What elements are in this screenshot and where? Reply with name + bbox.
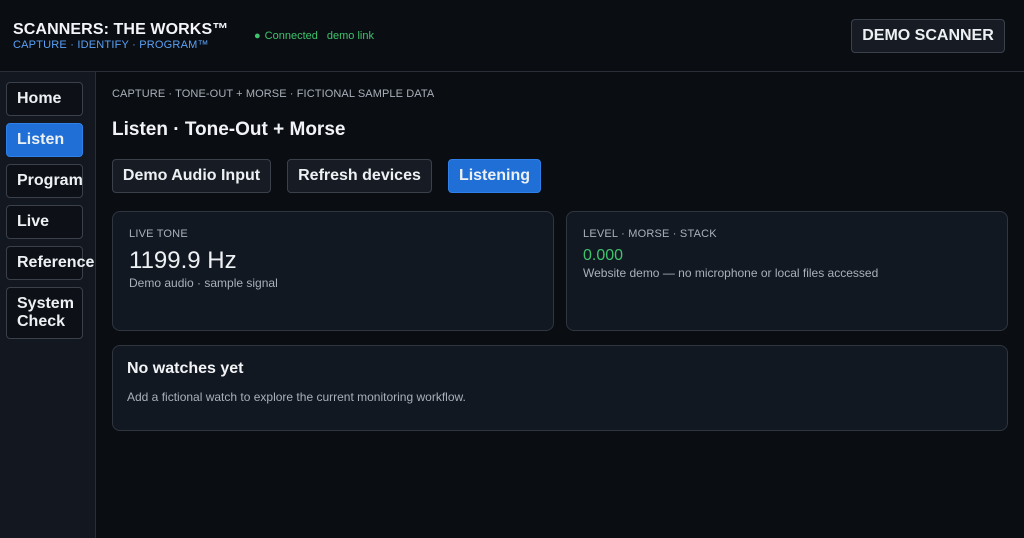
watches-title: No watches yet bbox=[127, 360, 244, 377]
status-dot-icon: ● bbox=[254, 30, 261, 42]
watches-card: No watches yet Add a fictional watch to … bbox=[112, 345, 1008, 431]
live-tone-value: 1199.9 Hz bbox=[129, 247, 237, 274]
sidebar-item-system-check[interactable]: System Check bbox=[6, 287, 83, 339]
sidebar-item-live[interactable]: Live bbox=[6, 205, 83, 239]
sidebar-item-listen[interactable]: Listen bbox=[6, 123, 83, 157]
demo-link[interactable]: demo link bbox=[327, 30, 374, 42]
top-bar: SCANNERS: THE WORKS™ CAPTURE · IDENTIFY … bbox=[0, 0, 1024, 72]
refresh-devices-button[interactable]: Refresh devices bbox=[287, 159, 432, 193]
listening-toggle-button[interactable]: Listening bbox=[448, 159, 541, 193]
sidebar-item-program[interactable]: Program bbox=[6, 164, 83, 198]
app-title: SCANNERS: THE WORKS™ bbox=[13, 21, 229, 38]
live-tone-label: LIVE TONE bbox=[129, 228, 188, 240]
sidebar-item-home[interactable]: Home bbox=[6, 82, 83, 116]
live-tone-card: LIVE TONE 1199.9 Hz Demo audio · sample … bbox=[112, 211, 554, 331]
audio-input-button[interactable]: Demo Audio Input bbox=[112, 159, 271, 193]
app-subtitle: CAPTURE · IDENTIFY · PROGRAM™ bbox=[13, 39, 209, 51]
level-description: Website demo — no microphone or local fi… bbox=[583, 266, 879, 280]
live-tone-description: Demo audio · sample signal bbox=[129, 276, 278, 290]
watches-description: Add a fictional watch to explore the cur… bbox=[127, 390, 466, 404]
level-morse-card: LEVEL · MORSE · STACK 0.000 Website demo… bbox=[566, 211, 1008, 331]
breadcrumb: CAPTURE · TONE-OUT + MORSE · FICTIONAL S… bbox=[112, 88, 435, 100]
sidebar: Home Listen Program Live Reference Syste… bbox=[0, 72, 96, 538]
status-text: Connected bbox=[264, 30, 318, 42]
connection-status: ● Connected demo link bbox=[254, 30, 374, 42]
level-value: 0.000 bbox=[583, 247, 624, 264]
level-morse-label: LEVEL · MORSE · STACK bbox=[583, 228, 717, 240]
device-selector-button[interactable]: DEMO SCANNER bbox=[851, 19, 1005, 53]
sidebar-item-reference[interactable]: Reference bbox=[6, 246, 94, 280]
main-content: CAPTURE · TONE-OUT + MORSE · FICTIONAL S… bbox=[96, 72, 1024, 538]
page-title: Listen · Tone-Out + Morse bbox=[112, 119, 346, 140]
